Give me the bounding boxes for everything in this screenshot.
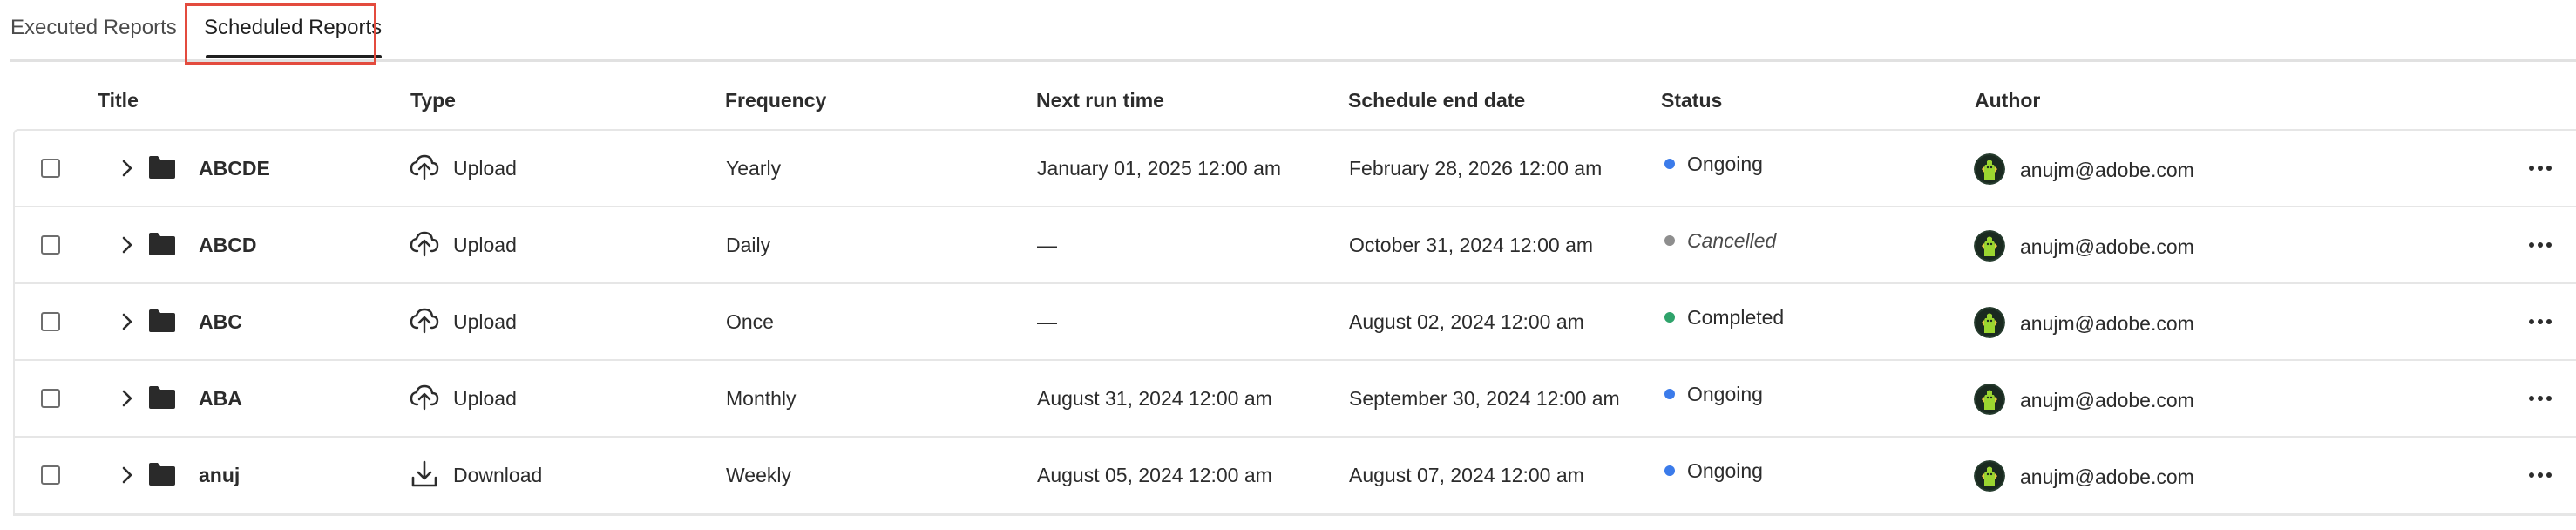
table-row[interactable]: ABA Upload Monthly August 31, 2024 12:00… bbox=[15, 361, 2576, 438]
report-next-run-time: August 31, 2024 12:00 am bbox=[1037, 386, 1272, 410]
chevron-right-icon[interactable] bbox=[116, 155, 139, 181]
row-checkbox[interactable] bbox=[41, 465, 60, 485]
column-header-next-run-time[interactable]: Next run time bbox=[1036, 89, 1164, 112]
avatar bbox=[1974, 230, 2005, 262]
more-actions-icon[interactable] bbox=[2523, 462, 2558, 488]
chevron-right-icon[interactable] bbox=[116, 462, 139, 488]
upload-cloud-icon bbox=[410, 231, 439, 257]
report-author: anujm@adobe.com bbox=[2020, 234, 2194, 258]
avatar bbox=[1974, 384, 2005, 415]
column-header-type[interactable]: Type bbox=[410, 89, 456, 112]
report-type: Upload bbox=[453, 386, 517, 410]
avatar bbox=[1974, 460, 2005, 492]
row-checkbox[interactable] bbox=[41, 389, 60, 408]
status-badge: Ongoing bbox=[1687, 152, 1763, 175]
row-checkbox[interactable] bbox=[41, 235, 60, 255]
report-frequency: Daily bbox=[726, 233, 771, 256]
more-actions-icon[interactable] bbox=[2523, 232, 2558, 258]
report-schedule-end-date: August 07, 2024 12:00 am bbox=[1349, 463, 1584, 486]
report-next-run-time: August 05, 2024 12:00 am bbox=[1037, 463, 1272, 486]
download-icon bbox=[411, 460, 437, 487]
folder-icon bbox=[149, 156, 175, 179]
status-dot-icon bbox=[1664, 312, 1675, 323]
report-title[interactable]: ABCD bbox=[199, 207, 256, 282]
status-dot-icon bbox=[1664, 389, 1675, 399]
status-badge: Cancelled bbox=[1687, 228, 1777, 252]
report-next-run-time: — bbox=[1037, 309, 1057, 333]
report-author: anujm@adobe.com bbox=[2020, 158, 2194, 181]
column-header-title[interactable]: Title bbox=[98, 89, 139, 112]
upload-cloud-icon bbox=[410, 154, 439, 180]
upload-cloud-icon bbox=[410, 308, 439, 334]
tab-scheduled-reports[interactable]: Scheduled Reports bbox=[204, 9, 382, 47]
chevron-right-icon[interactable] bbox=[116, 232, 139, 258]
more-actions-icon[interactable] bbox=[2523, 385, 2558, 411]
report-frequency: Once bbox=[726, 309, 774, 333]
status-dot-icon bbox=[1664, 159, 1675, 169]
report-type: Upload bbox=[453, 309, 517, 333]
table-row[interactable]: anuj Download Weekly August 05, 2024 12:… bbox=[15, 438, 2576, 514]
report-type: Upload bbox=[453, 156, 517, 180]
report-schedule-end-date: August 02, 2024 12:00 am bbox=[1349, 309, 1584, 333]
report-author: anujm@adobe.com bbox=[2020, 465, 2194, 488]
avatar bbox=[1974, 153, 2005, 185]
column-header-frequency[interactable]: Frequency bbox=[725, 89, 826, 112]
report-type: Download bbox=[453, 463, 543, 486]
report-author: anujm@adobe.com bbox=[2020, 311, 2194, 335]
folder-icon bbox=[149, 386, 175, 409]
row-checkbox[interactable] bbox=[41, 312, 60, 331]
column-header-schedule-end-date[interactable]: Schedule end date bbox=[1348, 89, 1525, 112]
report-next-run-time: — bbox=[1037, 233, 1057, 256]
row-checkbox[interactable] bbox=[41, 159, 60, 178]
report-frequency: Monthly bbox=[726, 386, 797, 410]
table-row[interactable]: ABC Upload Once — August 02, 2024 12:00 … bbox=[15, 284, 2576, 361]
table-row[interactable]: ABCD Upload Daily — October 31, 2024 12:… bbox=[15, 207, 2576, 284]
chevron-right-icon[interactable] bbox=[116, 309, 139, 335]
scheduled-reports-page: Executed Reports Scheduled Reports Title… bbox=[0, 0, 2576, 530]
report-frequency: Yearly bbox=[726, 156, 782, 180]
report-schedule-end-date: February 28, 2026 12:00 am bbox=[1349, 156, 1603, 180]
tab-executed-reports[interactable]: Executed Reports bbox=[10, 9, 177, 47]
avatar bbox=[1974, 307, 2005, 338]
folder-icon bbox=[149, 309, 175, 332]
report-title[interactable]: anuj bbox=[199, 438, 240, 513]
status-badge: Completed bbox=[1687, 305, 1785, 329]
upload-cloud-icon bbox=[410, 384, 439, 411]
table-row[interactable]: ABCDE Upload Yearly January 01, 2025 12:… bbox=[15, 131, 2576, 207]
report-frequency: Weekly bbox=[726, 463, 791, 486]
report-type: Upload bbox=[453, 233, 517, 256]
reports-table-body: ABCDE Upload Yearly January 01, 2025 12:… bbox=[13, 129, 2576, 516]
report-title[interactable]: ABCDE bbox=[199, 131, 270, 206]
more-actions-icon[interactable] bbox=[2523, 309, 2558, 335]
chevron-right-icon[interactable] bbox=[116, 385, 139, 411]
column-header-status[interactable]: Status bbox=[1661, 89, 1722, 112]
report-title[interactable]: ABC bbox=[199, 284, 242, 359]
folder-icon bbox=[149, 463, 175, 486]
report-title[interactable]: ABA bbox=[199, 361, 242, 436]
report-author: anujm@adobe.com bbox=[2020, 388, 2194, 411]
status-dot-icon bbox=[1664, 235, 1675, 246]
report-schedule-end-date: September 30, 2024 12:00 am bbox=[1349, 386, 1620, 410]
status-dot-icon bbox=[1664, 465, 1675, 476]
report-next-run-time: January 01, 2025 12:00 am bbox=[1037, 156, 1282, 180]
active-tab-indicator bbox=[206, 55, 382, 58]
column-header-author[interactable]: Author bbox=[1975, 89, 2040, 112]
status-badge: Ongoing bbox=[1687, 382, 1763, 405]
status-badge: Ongoing bbox=[1687, 459, 1763, 482]
report-schedule-end-date: October 31, 2024 12:00 am bbox=[1349, 233, 1594, 256]
report-tabs: Executed Reports Scheduled Reports bbox=[10, 0, 2576, 62]
more-actions-icon[interactable] bbox=[2523, 155, 2558, 181]
table-header: Title Type Frequency Next run time Sched… bbox=[14, 84, 2576, 122]
folder-icon bbox=[149, 233, 175, 255]
